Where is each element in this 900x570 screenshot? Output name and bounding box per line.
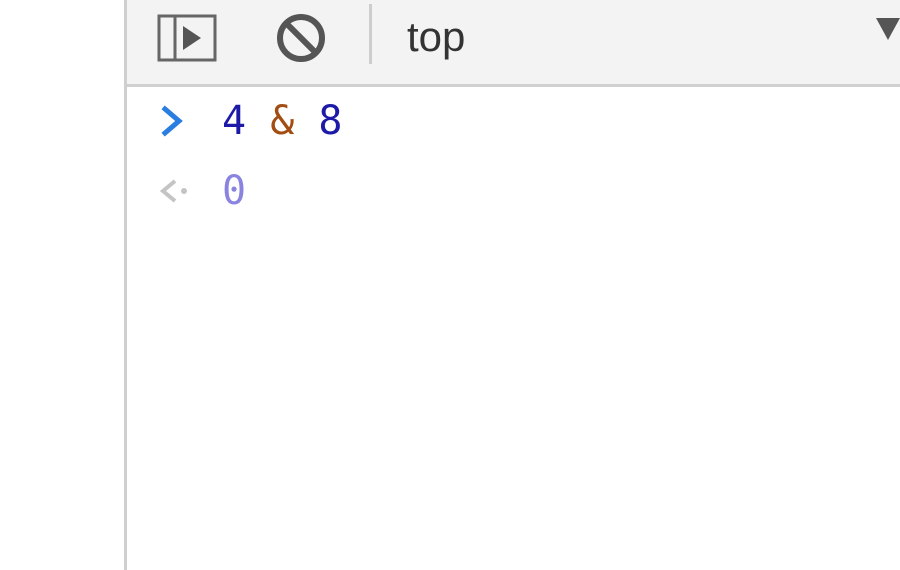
left-operand: 4 [222, 98, 247, 144]
chevron-right-icon [161, 105, 183, 137]
context-selector[interactable]: top [393, 6, 900, 68]
console-input-line: 4 & 8 [127, 87, 900, 151]
console-input-expression[interactable]: 4 & 8 [222, 96, 342, 146]
left-gutter [0, 0, 124, 570]
context-label: top [407, 13, 466, 60]
toolbar-divider [369, 4, 372, 64]
console-result-value: 0 [222, 168, 247, 214]
right-operand: 8 [318, 98, 343, 144]
console-toolbar: top [127, 0, 900, 87]
bitwise-and-operator: & [270, 98, 295, 144]
result-arrow-icon [159, 179, 187, 203]
console-panel: top 4 & 8 0 [127, 0, 900, 570]
dropdown-arrow-icon [876, 18, 900, 40]
clear-console-icon [277, 14, 325, 62]
console-output[interactable]: 4 & 8 0 [127, 87, 900, 570]
clear-console-button[interactable] [271, 8, 331, 68]
sidebar-toggle-button[interactable] [157, 8, 217, 68]
sidebar-toggle-icon [157, 14, 217, 62]
console-result-line: 0 [127, 157, 900, 221]
